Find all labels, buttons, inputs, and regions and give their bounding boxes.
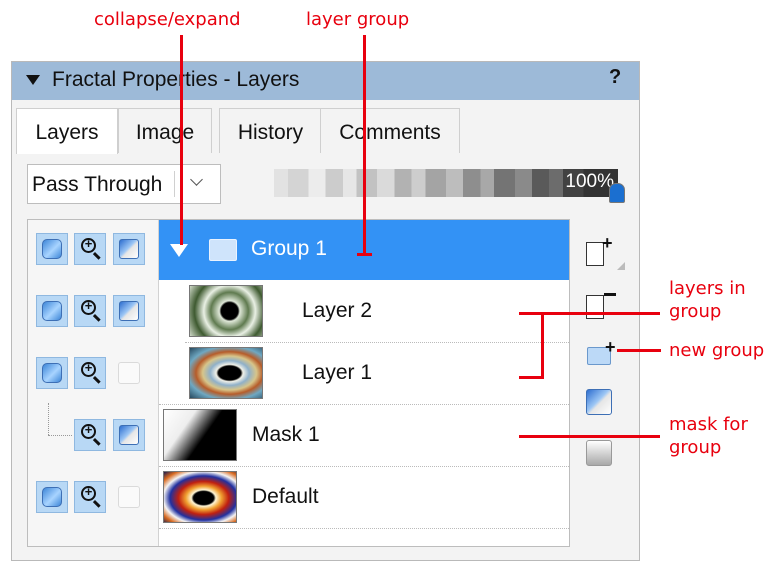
layer-row-mask-1[interactable]: + Mask 1 (28, 403, 569, 466)
new-group-button[interactable]: + (584, 338, 620, 370)
annotation-line-layers-in-group-bottom (519, 376, 544, 379)
visibility-toggle[interactable] (36, 233, 68, 265)
blend-mode-separator (174, 171, 175, 197)
layer-list: + Group 1 + Layer 2 + Layer 1 + Mask 1 +… (27, 219, 570, 547)
mask-off-icon (118, 486, 140, 508)
blend-mode-select[interactable]: Pass Through (27, 164, 221, 204)
layer-thumbnail (189, 347, 263, 399)
visibility-toggle[interactable] (36, 357, 68, 389)
visibility-toggle[interactable] (36, 481, 68, 513)
annotation-mask-for-1: mask for (669, 414, 748, 435)
tab-layers[interactable]: Layers (16, 108, 118, 154)
collapse-panel-icon[interactable] (26, 75, 40, 85)
layer-layer-1[interactable]: Layer 1 (185, 343, 569, 403)
annotation-line-collapse (180, 35, 183, 245)
zoom-toggle[interactable]: + (74, 357, 106, 389)
annotation-layers-in-group-1: layers in (669, 278, 746, 299)
annotation-collapse-expand: collapse/expand (94, 9, 241, 30)
plus-glyph: + (84, 484, 93, 499)
blend-mode-value: Pass Through (32, 173, 163, 196)
opacity-slider-handle[interactable] (609, 183, 625, 203)
mask-toggle[interactable] (113, 295, 145, 327)
annotation-line-layer-group (363, 35, 366, 255)
chevron-down-icon (196, 175, 197, 193)
annotation-line-new-group (617, 349, 661, 352)
zoom-toggle[interactable]: + (74, 233, 106, 265)
opacity-value: 100% (565, 171, 614, 192)
folder-icon (209, 239, 237, 261)
tree-connector (48, 435, 72, 437)
tab-history[interactable]: History (219, 108, 322, 153)
eye-icon (42, 487, 62, 507)
mask-icon (119, 425, 139, 445)
plus-glyph: + (84, 422, 93, 437)
layer-row-layer-2[interactable]: + Layer 2 (28, 281, 569, 342)
annotation-line-mask (519, 435, 660, 438)
eye-icon (42, 301, 62, 321)
eye-icon (42, 239, 62, 259)
row-divider (159, 528, 569, 529)
layer-default[interactable]: Default (159, 467, 569, 527)
layer-mask-1[interactable]: Mask 1 (159, 405, 569, 465)
add-mask-icon (586, 389, 612, 415)
plus-glyph: + (84, 236, 93, 251)
mask-toggle[interactable] (113, 357, 145, 389)
panel-title: Fractal Properties - Layers (52, 68, 300, 91)
tab-image[interactable]: Image (118, 108, 212, 153)
delete-layer-button[interactable] (584, 287, 620, 321)
mask-toggle[interactable] (113, 419, 145, 451)
new-layer-button[interactable]: + (584, 233, 625, 274)
zoom-toggle[interactable]: + (74, 419, 106, 451)
annotation-line-layer-group-tick (357, 253, 372, 256)
add-mask-button[interactable] (586, 389, 614, 417)
plus-glyph: + (605, 337, 616, 357)
mask-toggle[interactable] (113, 481, 145, 513)
panel-title-bar[interactable]: Fractal Properties - Layers ? (12, 62, 639, 100)
opacity-slider[interactable]: 100% (274, 169, 625, 203)
tree-connector (48, 403, 50, 435)
zoom-toggle[interactable]: + (74, 481, 106, 513)
layer-name: Layer 1 (302, 361, 373, 384)
layer-row-group-1[interactable]: + Group 1 (28, 220, 569, 281)
tab-comments[interactable]: Comments (320, 108, 460, 153)
mask-icon (119, 239, 139, 259)
mask-toggle[interactable] (113, 233, 145, 265)
layer-thumbnail (189, 285, 263, 337)
annotation-layer-group: layer group (306, 9, 410, 30)
plus-glyph: + (84, 360, 93, 375)
mask-icon (119, 301, 139, 321)
help-icon[interactable]: ? (609, 66, 621, 89)
annotation-new-group: new group (669, 340, 765, 361)
layer-row-layer-1[interactable]: + Layer 1 (28, 343, 569, 404)
plus-glyph: + (84, 298, 93, 313)
eye-icon (42, 363, 62, 383)
annotation-line-layers-in-group-vertical (541, 312, 544, 379)
zoom-toggle[interactable]: + (74, 295, 106, 327)
layer-name: Group 1 (251, 237, 327, 260)
layer-layer-2[interactable]: Layer 2 (185, 281, 569, 341)
tab-bar: Layers Image History Comments (12, 108, 639, 154)
visibility-toggle[interactable] (36, 295, 68, 327)
layer-name: Default (252, 485, 319, 508)
resize-corner-icon (617, 262, 625, 270)
delete-layer-icon (586, 295, 604, 319)
layer-name: Mask 1 (252, 423, 320, 446)
annotation-layers-in-group-2: group (669, 301, 722, 322)
layer-name: Layer 2 (302, 299, 373, 322)
merge-button[interactable] (586, 440, 614, 468)
layers-panel: Fractal Properties - Layers ? Layers Ima… (11, 61, 640, 561)
mask-thumbnail (163, 409, 237, 461)
plus-glyph: + (602, 233, 613, 253)
minus-glyph (604, 293, 616, 296)
merge-icon (586, 440, 612, 466)
layer-thumbnail (163, 471, 237, 523)
collapse-expand-icon[interactable] (170, 244, 188, 257)
annotation-mask-for-2: group (669, 437, 722, 458)
mask-off-icon (118, 362, 140, 384)
layer-row-default[interactable]: + Default (28, 467, 569, 528)
